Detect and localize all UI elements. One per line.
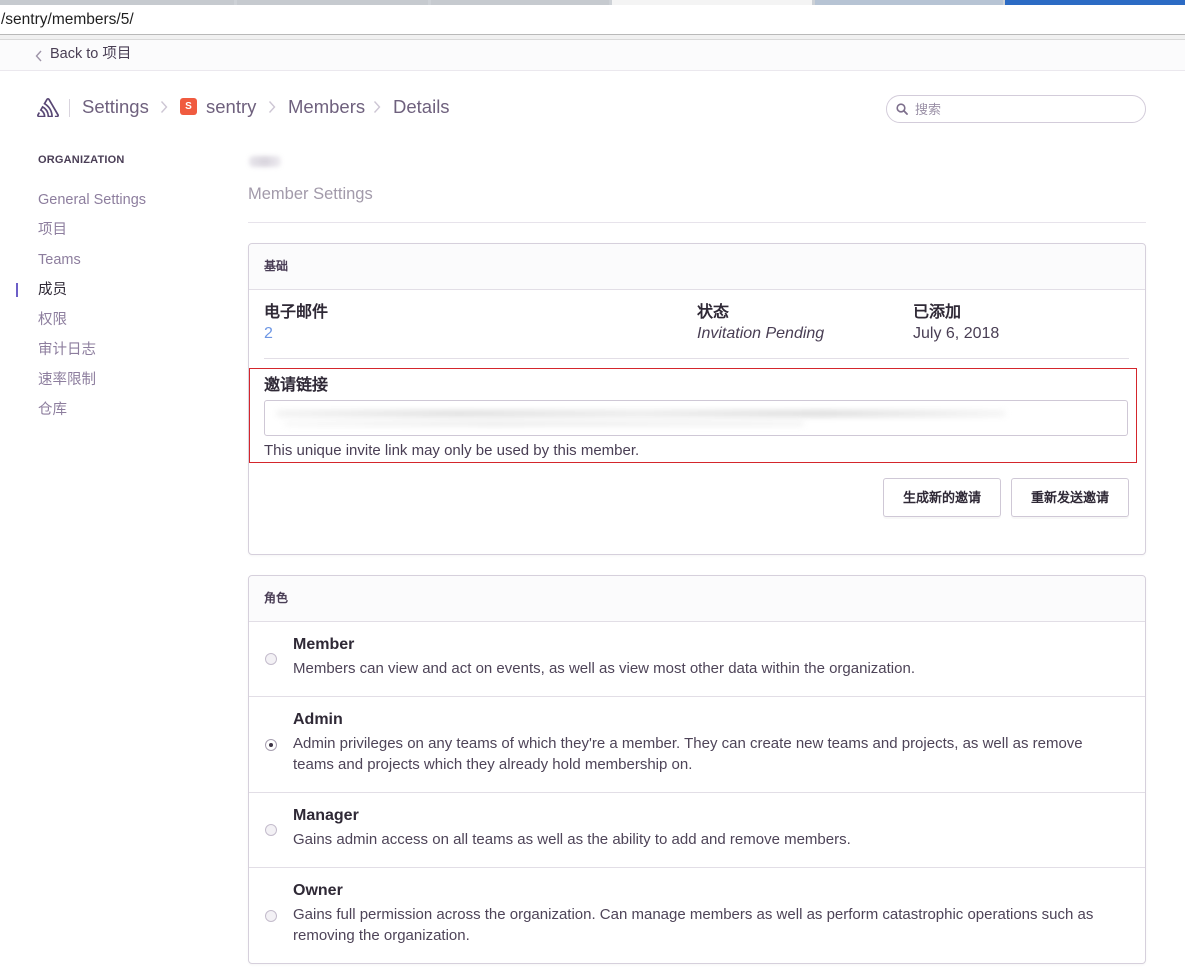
- radio-icon[interactable]: [265, 824, 277, 836]
- regenerate-invite-button[interactable]: 生成新的邀请: [883, 478, 1001, 517]
- invite-link-label: 邀请链接: [264, 377, 329, 394]
- search-icon: [896, 103, 908, 115]
- active-indicator: [16, 283, 18, 297]
- radio-icon[interactable]: [265, 909, 277, 922]
- search-box: [886, 95, 1146, 123]
- field-divider: [264, 358, 1129, 359]
- role-option-owner[interactable]: Owner Gains full permission across the o…: [249, 868, 1145, 963]
- radio-icon[interactable]: [265, 738, 277, 751]
- role-name: Member: [293, 636, 355, 653]
- sidebar-item-rate-limits[interactable]: 速率限制: [38, 370, 218, 390]
- email-value[interactable]: 2: [264, 324, 273, 344]
- added-label: 已添加: [913, 304, 962, 321]
- sidebar-nav: General Settings 项目 Teams 成员 权限 审计日志 速率限…: [16, 190, 218, 430]
- added-value: July 6, 2018: [913, 325, 1000, 342]
- breadcrumb-members[interactable]: Members: [288, 96, 365, 118]
- invite-link-help: This unique invite link may only be used…: [264, 442, 640, 459]
- role-description: Gains full permission across the organiz…: [293, 906, 1094, 944]
- role-option-member[interactable]: Member Members can view and act on event…: [249, 622, 1145, 697]
- sentry-logo-icon[interactable]: [37, 98, 59, 118]
- org-badge[interactable]: S: [180, 98, 197, 115]
- sidebar-item-label: Teams: [38, 252, 81, 268]
- header-separator: [69, 99, 70, 117]
- address-url[interactable]: /sentry/members/5/: [1, 5, 134, 34]
- basics-panel: 基础 电子邮件 2 状态 Invitation Pending 已添加 July…: [248, 243, 1146, 555]
- resend-invite-button[interactable]: 重新发送邀请: [1011, 478, 1129, 517]
- roles-panel: 角色 Member Members can view and act on ev…: [248, 575, 1146, 964]
- sidebar-item-repositories[interactable]: 仓库: [38, 400, 218, 420]
- radio-icon[interactable]: [265, 653, 277, 665]
- role-name: Owner: [293, 882, 343, 899]
- role-name: Admin: [293, 711, 343, 728]
- roles-panel-header: 角色: [249, 576, 1145, 622]
- sidebar-item-label: 权限: [38, 312, 67, 328]
- invite-link-section: 邀请链接 This unique invite link may only be…: [249, 368, 1137, 463]
- sidebar-item-audit-log[interactable]: 审计日志: [38, 340, 218, 360]
- breadcrumb-details: Details: [393, 96, 450, 117]
- sidebar-item-label: 成员: [38, 282, 67, 298]
- page-title: Member Settings: [248, 185, 373, 203]
- role-name: Manager: [293, 807, 359, 824]
- sidebar-item-label: 项目: [38, 222, 67, 238]
- chevron-left-icon: [35, 50, 42, 62]
- sidebar-item-teams[interactable]: Teams: [38, 250, 218, 270]
- status-label: 状态: [697, 304, 730, 321]
- title-divider: [248, 222, 1146, 223]
- breadcrumb-settings[interactable]: Settings: [82, 96, 149, 118]
- sidebar-item-permissions[interactable]: 权限: [38, 310, 218, 330]
- role-description: Members can view and act on events, as w…: [293, 660, 915, 677]
- role-description: Admin privileges on any teams of which t…: [293, 735, 1083, 773]
- sidebar-item-label: 仓库: [38, 402, 67, 418]
- role-description: Gains admin access on all teams as well …: [293, 831, 851, 848]
- sidebar-item-general-settings[interactable]: General Settings: [38, 190, 218, 210]
- search-input[interactable]: [886, 95, 1146, 123]
- sidebar-heading: ORGANIZATION: [38, 154, 125, 166]
- invite-link-input[interactable]: [264, 400, 1128, 436]
- back-bar: Back to 项目: [0, 40, 1185, 71]
- back-link-label: Back to 项目: [50, 46, 132, 62]
- chevron-right-icon: [160, 101, 168, 113]
- breadcrumb-org[interactable]: sentry: [206, 96, 256, 118]
- invite-link-field: [264, 400, 1128, 436]
- chevron-right-icon: [373, 101, 381, 113]
- sidebar-item-projects[interactable]: 项目: [38, 220, 218, 240]
- chevron-right-icon: [268, 101, 276, 113]
- sidebar-item-label: General Settings: [38, 192, 147, 208]
- status-value: Invitation Pending: [697, 325, 825, 342]
- role-option-manager[interactable]: Manager Gains admin access on all teams …: [249, 793, 1145, 868]
- sidebar-item-label: 审计日志: [38, 342, 96, 358]
- sidebar-item-members[interactable]: 成员: [16, 280, 218, 300]
- role-option-admin[interactable]: Admin Admin privileges on any teams of w…: [249, 697, 1145, 793]
- sidebar-item-label: 速率限制: [38, 372, 96, 388]
- member-name-blurred: [249, 156, 281, 167]
- email-label: 电子邮件: [264, 304, 329, 321]
- browser-address-bar[interactable]: /sentry/members/5/: [0, 5, 1185, 35]
- basics-panel-header: 基础: [249, 244, 1145, 290]
